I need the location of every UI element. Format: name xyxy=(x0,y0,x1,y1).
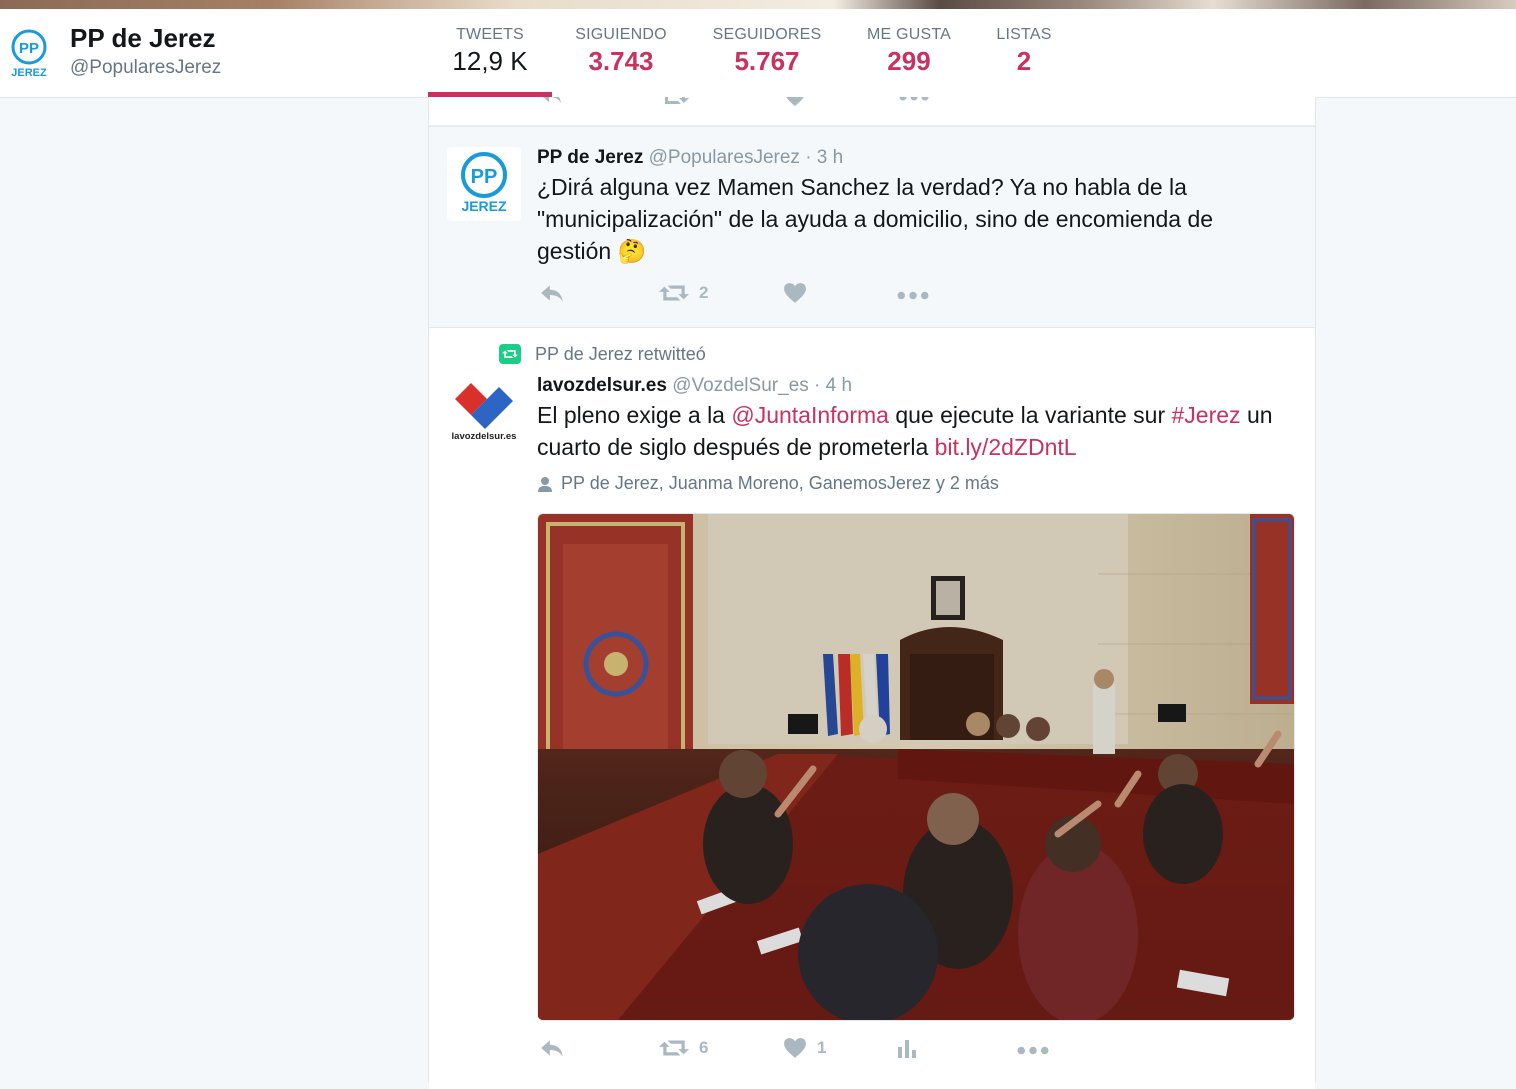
stat-value: 12,9 K xyxy=(452,46,528,76)
tweet-header: PP de Jerez @PopularesJerez · 3 h xyxy=(537,147,843,169)
analytics-button[interactable] xyxy=(897,1037,917,1059)
tweet-author-name[interactable]: lavozdelsur.es xyxy=(537,375,667,396)
profile-nav-bar: PP JEREZ PP de Jerez @PopularesJerez TWE… xyxy=(0,9,1516,98)
stat-label: SEGUIDORES xyxy=(712,26,822,43)
stat-label: LISTAS xyxy=(996,26,1052,43)
tweet-header: lavozdelsur.es @VozdelSur_es · 4 h xyxy=(537,375,852,397)
tweet-timeline: PP JEREZ PP de Jerez @PopularesJerez · 3… xyxy=(428,97,1316,1089)
reply-icon xyxy=(541,1040,563,1057)
stat-value: 5.767 xyxy=(734,46,800,76)
more-button[interactable] xyxy=(1017,1046,1049,1055)
retweet-icon xyxy=(659,1040,689,1056)
tweet[interactable]: PP de Jerez retwitteó lavozdelsur.es lav… xyxy=(429,329,1315,1089)
stat-following[interactable]: SIGUIENDO 3.743 xyxy=(560,26,682,77)
svg-text:JEREZ: JEREZ xyxy=(11,67,47,79)
tweet-timestamp[interactable]: · 3 h xyxy=(805,147,843,168)
profile-handle: @PopularesJerez xyxy=(70,57,222,78)
reply-button[interactable] xyxy=(539,1037,565,1059)
tweet-body-part: que ejecute la variante sur xyxy=(888,402,1172,428)
svg-text:lavozdelsur.es: lavozdelsur.es xyxy=(452,431,517,442)
council-meeting-photo xyxy=(538,514,1294,1020)
stat-value: 3.743 xyxy=(588,46,654,76)
reply-icon xyxy=(541,285,563,302)
tweet-photo[interactable] xyxy=(537,513,1295,1021)
svg-text:PP: PP xyxy=(471,166,498,188)
tweet-timestamp[interactable]: · 4 h xyxy=(814,375,852,396)
stat-likes[interactable]: ME GUSTA 299 xyxy=(856,26,962,77)
tweet-author-handle[interactable]: @PopularesJerez xyxy=(649,147,800,168)
tweet-text: El pleno exige a la @JuntaInforma que ej… xyxy=(537,399,1297,463)
tagged-users[interactable]: PP de Jerez, Juanma Moreno, GanemosJerez… xyxy=(537,473,999,494)
retweet-icon xyxy=(659,285,689,301)
retweet-button[interactable]: 6 xyxy=(659,1037,708,1059)
retweet-context: PP de Jerez retwitteó xyxy=(499,343,706,365)
more-icon xyxy=(1017,1046,1049,1055)
profile-name[interactable]: PP de Jerez xyxy=(70,23,216,54)
tweet-avatar[interactable]: PP JEREZ xyxy=(447,147,521,221)
stat-label: ME GUSTA xyxy=(867,26,951,43)
tweet-actions: 6 1 xyxy=(537,1037,1277,1067)
reply-icon[interactable] xyxy=(539,97,563,105)
svg-text:JEREZ: JEREZ xyxy=(461,198,507,214)
hashtag-link[interactable]: #Jerez xyxy=(1172,402,1241,428)
heart-icon xyxy=(784,1038,806,1058)
more-button[interactable] xyxy=(897,291,929,300)
like-count: 1 xyxy=(817,1038,827,1057)
analytics-icon xyxy=(898,1040,916,1058)
cover-photo-strip xyxy=(0,0,1516,9)
tweet[interactable]: PP JEREZ PP de Jerez @PopularesJerez · 3… xyxy=(429,127,1315,328)
thinking-emoji: 🤔 xyxy=(617,238,647,264)
stat-lists[interactable]: LISTAS 2 xyxy=(988,26,1060,77)
retweeted-by-label[interactable]: PP de Jerez retwitteó xyxy=(535,344,706,365)
retweet-count: 2 xyxy=(699,283,709,302)
stat-followers[interactable]: SEGUIDORES 5.767 xyxy=(702,26,832,77)
more-icon xyxy=(897,291,929,300)
stat-label: SIGUIENDO xyxy=(575,26,667,43)
heart-icon xyxy=(784,283,806,303)
stat-tweets[interactable]: TWEETS 12,9 K xyxy=(428,26,552,77)
profile-avatar[interactable]: PP JEREZ xyxy=(7,27,51,83)
more-icon[interactable] xyxy=(899,97,929,101)
stat-value: 2 xyxy=(1016,46,1032,76)
like-button[interactable] xyxy=(783,282,807,304)
previous-tweet-actions xyxy=(429,97,1315,126)
tweet-body-part: El pleno exige a la xyxy=(537,402,732,428)
tweet-avatar[interactable]: lavozdelsur.es xyxy=(447,375,521,449)
tweet-author-name[interactable]: PP de Jerez xyxy=(537,147,643,168)
retweet-icon[interactable] xyxy=(661,97,689,107)
mention-link[interactable]: @JuntaInforma xyxy=(731,402,889,428)
like-button[interactable]: 1 xyxy=(783,1037,826,1059)
tweet-author-handle[interactable]: @VozdelSur_es xyxy=(672,375,809,396)
reply-button[interactable] xyxy=(539,282,565,304)
url-link[interactable]: bit.ly/2dZDntL xyxy=(935,434,1077,460)
person-icon xyxy=(538,476,552,492)
tweet-actions: 2 xyxy=(537,282,1277,312)
retweet-count: 6 xyxy=(699,1038,709,1057)
retweet-badge-icon xyxy=(499,344,521,364)
svg-text:PP: PP xyxy=(19,40,39,57)
stat-value: 299 xyxy=(887,46,931,76)
retweet-button[interactable]: 2 xyxy=(659,282,708,304)
stat-label: TWEETS xyxy=(456,26,524,43)
tagged-users-text: PP de Jerez, Juanma Moreno, GanemosJerez… xyxy=(561,473,999,493)
heart-icon[interactable] xyxy=(784,97,806,107)
tweet-text: ¿Dirá alguna vez Mamen Sanchez la verdad… xyxy=(537,171,1277,267)
